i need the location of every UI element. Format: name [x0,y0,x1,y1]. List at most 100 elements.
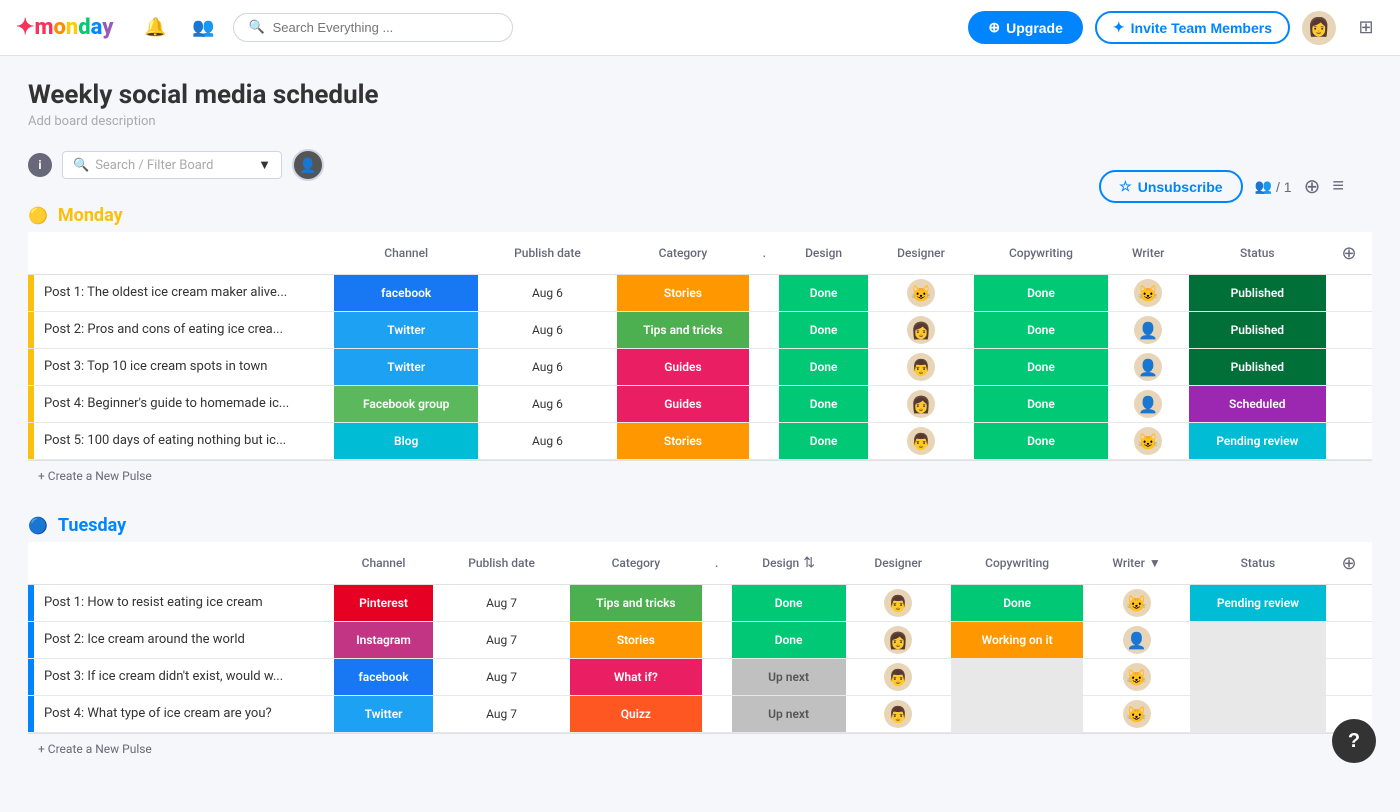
row-name[interactable]: Post 2: Ice cream around the world [34,622,334,659]
monday-create-pulse[interactable]: + Create a New Pulse [28,460,1372,491]
table-row[interactable]: Post 3: If ice cream didn't exist, would… [28,659,1372,696]
row-copywriting[interactable]: Done [974,349,1108,386]
row-channel[interactable]: facebook [334,659,433,696]
row-category[interactable]: Guides [617,386,750,423]
row-channel[interactable]: Twitter [334,349,478,386]
table-row[interactable]: Post 3: Top 10 ice cream spots in townTw… [28,349,1372,386]
row-name[interactable]: Post 3: Top 10 ice cream spots in town [34,349,334,386]
row-channel[interactable]: Twitter [334,312,478,349]
row-name[interactable]: Post 2: Pros and cons of eating ice crea… [34,312,334,349]
search-input[interactable] [273,20,499,35]
invite-button[interactable]: ✦ Invite Team Members [1095,11,1290,44]
row-design[interactable]: Up next [732,696,846,733]
row-copywriting[interactable] [951,696,1083,733]
row-design[interactable]: Up next [732,659,846,696]
unsubscribe-button[interactable]: ☆ Unsubscribe [1099,170,1242,203]
table-row[interactable]: Post 4: What type of ice cream are you?T… [28,696,1372,733]
row-name[interactable]: Post 5: 100 days of eating nothing but i… [34,423,334,460]
row-category[interactable]: Stories [617,423,750,460]
row-category[interactable]: Stories [570,622,702,659]
user-avatar[interactable]: 👩 [1302,11,1336,45]
info-badge[interactable]: i [28,153,52,177]
person-filter-button[interactable]: 👤 [292,149,324,181]
row-category[interactable]: What if? [570,659,702,696]
tuesday-col-category: Category [570,542,702,585]
row-copywriting[interactable]: Done [974,423,1108,460]
table-row[interactable]: Post 1: The oldest ice cream maker alive… [28,275,1372,312]
row-design[interactable]: Done [779,423,868,460]
row-status[interactable]: Published [1189,312,1326,349]
page-header: Weekly social media schedule Add board d… [28,80,1372,129]
row-channel[interactable]: Twitter [334,696,433,733]
monday-title: Monday [58,205,123,226]
row-design[interactable]: Done [732,585,846,622]
monday-header: 🟡 Monday [28,205,1372,226]
logo[interactable]: ✦monday [16,15,113,40]
help-button[interactable]: ? [1332,719,1376,763]
row-copywriting[interactable]: Working on it [951,622,1083,659]
row-publish-date: Aug 7 [433,622,570,659]
tuesday-add-col-button[interactable]: ⊕ [1334,548,1364,578]
row-category[interactable]: Stories [617,275,750,312]
row-status[interactable]: Scheduled [1189,386,1326,423]
invite-icon: ✦ [1113,19,1125,36]
row-designer: 😺 [868,275,974,312]
notifications-button[interactable]: 🔔 [137,10,173,46]
row-channel[interactable]: Blog [334,423,478,460]
row-status[interactable]: Published [1189,275,1326,312]
row-designer: 👨 [846,585,951,622]
people-button[interactable]: 👥 [185,10,221,46]
row-channel[interactable]: facebook [334,275,478,312]
row-status[interactable] [1190,696,1326,733]
row-name[interactable]: Post 3: If ice cream didn't exist, would… [34,659,334,696]
menu-button[interactable]: ≡ [1332,175,1344,198]
search-filter-bar[interactable]: 🔍 Search / Filter Board ▼ [62,151,282,179]
tuesday-toggle[interactable]: 🔵 [28,516,48,536]
row-channel[interactable]: Facebook group [334,386,478,423]
row-channel[interactable]: Pinterest [334,585,433,622]
row-design[interactable]: Done [779,275,868,312]
row-category[interactable]: Guides [617,349,750,386]
table-row[interactable]: Post 1: How to resist eating ice creamPi… [28,585,1372,622]
members-button[interactable]: 👥 / 1 [1255,178,1292,195]
apps-button[interactable]: ⊞ [1348,10,1384,46]
row-publish-date: Aug 6 [478,275,616,312]
monday-add-col-button[interactable]: ⊕ [1334,238,1364,268]
row-name[interactable]: Post 1: How to resist eating ice cream [34,585,334,622]
row-design[interactable]: Done [732,622,846,659]
upgrade-button[interactable]: ⊕ Upgrade [968,11,1083,44]
board-description[interactable]: Add board description [28,114,1372,129]
table-row[interactable]: Post 2: Pros and cons of eating ice crea… [28,312,1372,349]
monday-table: Channel Publish date Category . Design D… [28,232,1372,460]
row-copywriting[interactable]: Done [974,275,1108,312]
members-icon: 👥 [1255,178,1272,195]
activity-button[interactable]: ⊕ [1304,174,1321,199]
row-status[interactable]: Pending review [1189,423,1326,460]
search-bar[interactable]: 🔍 [233,13,513,42]
row-status[interactable]: Pending review [1190,585,1326,622]
row-copywriting[interactable]: Done [974,312,1108,349]
row-name[interactable]: Post 4: Beginner's guide to homemade ic.… [34,386,334,423]
row-channel[interactable]: Instagram [334,622,433,659]
row-design[interactable]: Done [779,386,868,423]
tuesday-col-design: Design ⇅ [732,542,846,585]
row-design[interactable]: Done [779,349,868,386]
row-status[interactable] [1190,622,1326,659]
row-design[interactable]: Done [779,312,868,349]
row-name[interactable]: Post 1: The oldest ice cream maker alive… [34,275,334,312]
row-status[interactable]: Published [1189,349,1326,386]
row-copywriting[interactable]: Done [974,386,1108,423]
row-category[interactable]: Quizz [570,696,702,733]
row-copywriting[interactable] [951,659,1083,696]
row-status[interactable] [1190,659,1326,696]
row-category[interactable]: Tips and tricks [617,312,750,349]
tuesday-col-channel: Channel [334,542,433,585]
row-name[interactable]: Post 4: What type of ice cream are you? [34,696,334,733]
table-row[interactable]: Post 2: Ice cream around the worldInstag… [28,622,1372,659]
monday-toggle[interactable]: 🟡 [28,206,48,226]
row-category[interactable]: Tips and tricks [570,585,702,622]
table-row[interactable]: Post 5: 100 days of eating nothing but i… [28,423,1372,460]
row-copywriting[interactable]: Done [951,585,1083,622]
tuesday-create-pulse[interactable]: + Create a New Pulse [28,733,1372,764]
table-row[interactable]: Post 4: Beginner's guide to homemade ic.… [28,386,1372,423]
